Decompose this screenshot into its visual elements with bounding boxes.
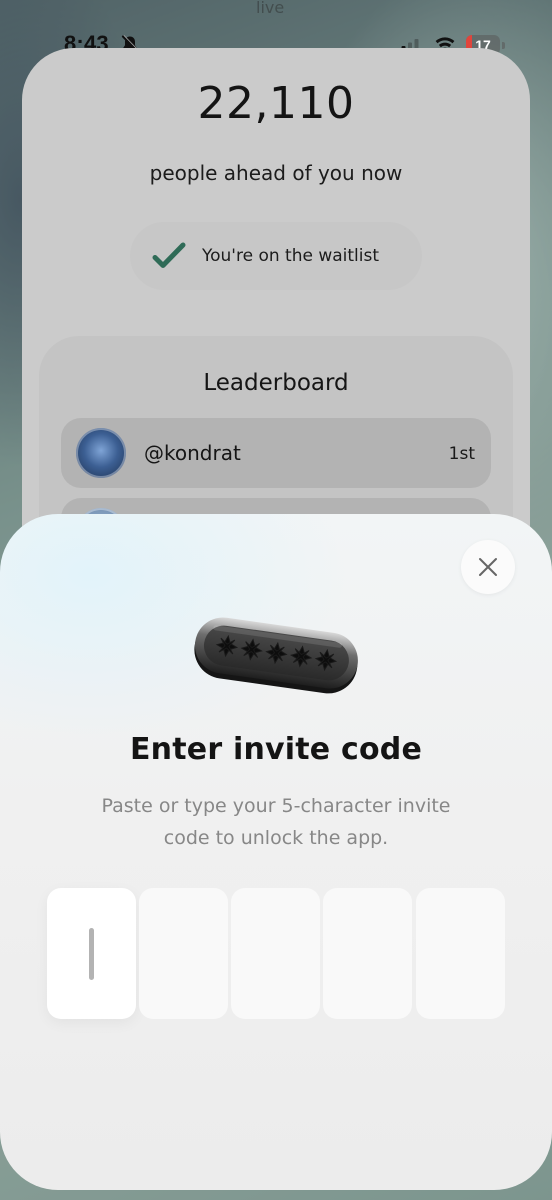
avatar	[76, 428, 126, 478]
people-ahead-count: 22,110	[197, 78, 355, 129]
waitlist-status-text: You're on the waitlist	[202, 246, 380, 266]
sheet-description: Paste or type your 5-character invite co…	[101, 795, 451, 849]
invite-code-badge-icon	[194, 617, 358, 694]
people-ahead-label: people ahead of you now	[149, 161, 403, 185]
leaderboard-title: Leaderboard	[203, 370, 349, 396]
leaderboard-handle: @kondrat	[144, 441, 241, 465]
sheet-title: Enter invite code	[129, 732, 422, 767]
close-icon	[479, 558, 497, 576]
code-input-3[interactable]	[231, 888, 320, 1019]
text-cursor	[89, 928, 94, 980]
leaderboard-row[interactable]: @kondrat 1st	[61, 418, 491, 488]
code-input-4[interactable]	[323, 888, 412, 1019]
code-input-5[interactable]	[416, 888, 505, 1019]
code-input-1[interactable]	[47, 888, 136, 1019]
checkmark-icon	[152, 242, 186, 268]
leaderboard-rank: 1st	[448, 444, 475, 464]
code-input-2[interactable]	[139, 888, 228, 1019]
battery-terminal	[502, 42, 505, 49]
close-button[interactable]	[461, 540, 515, 594]
waitlist-status-pill: You're on the waitlist	[130, 222, 422, 290]
